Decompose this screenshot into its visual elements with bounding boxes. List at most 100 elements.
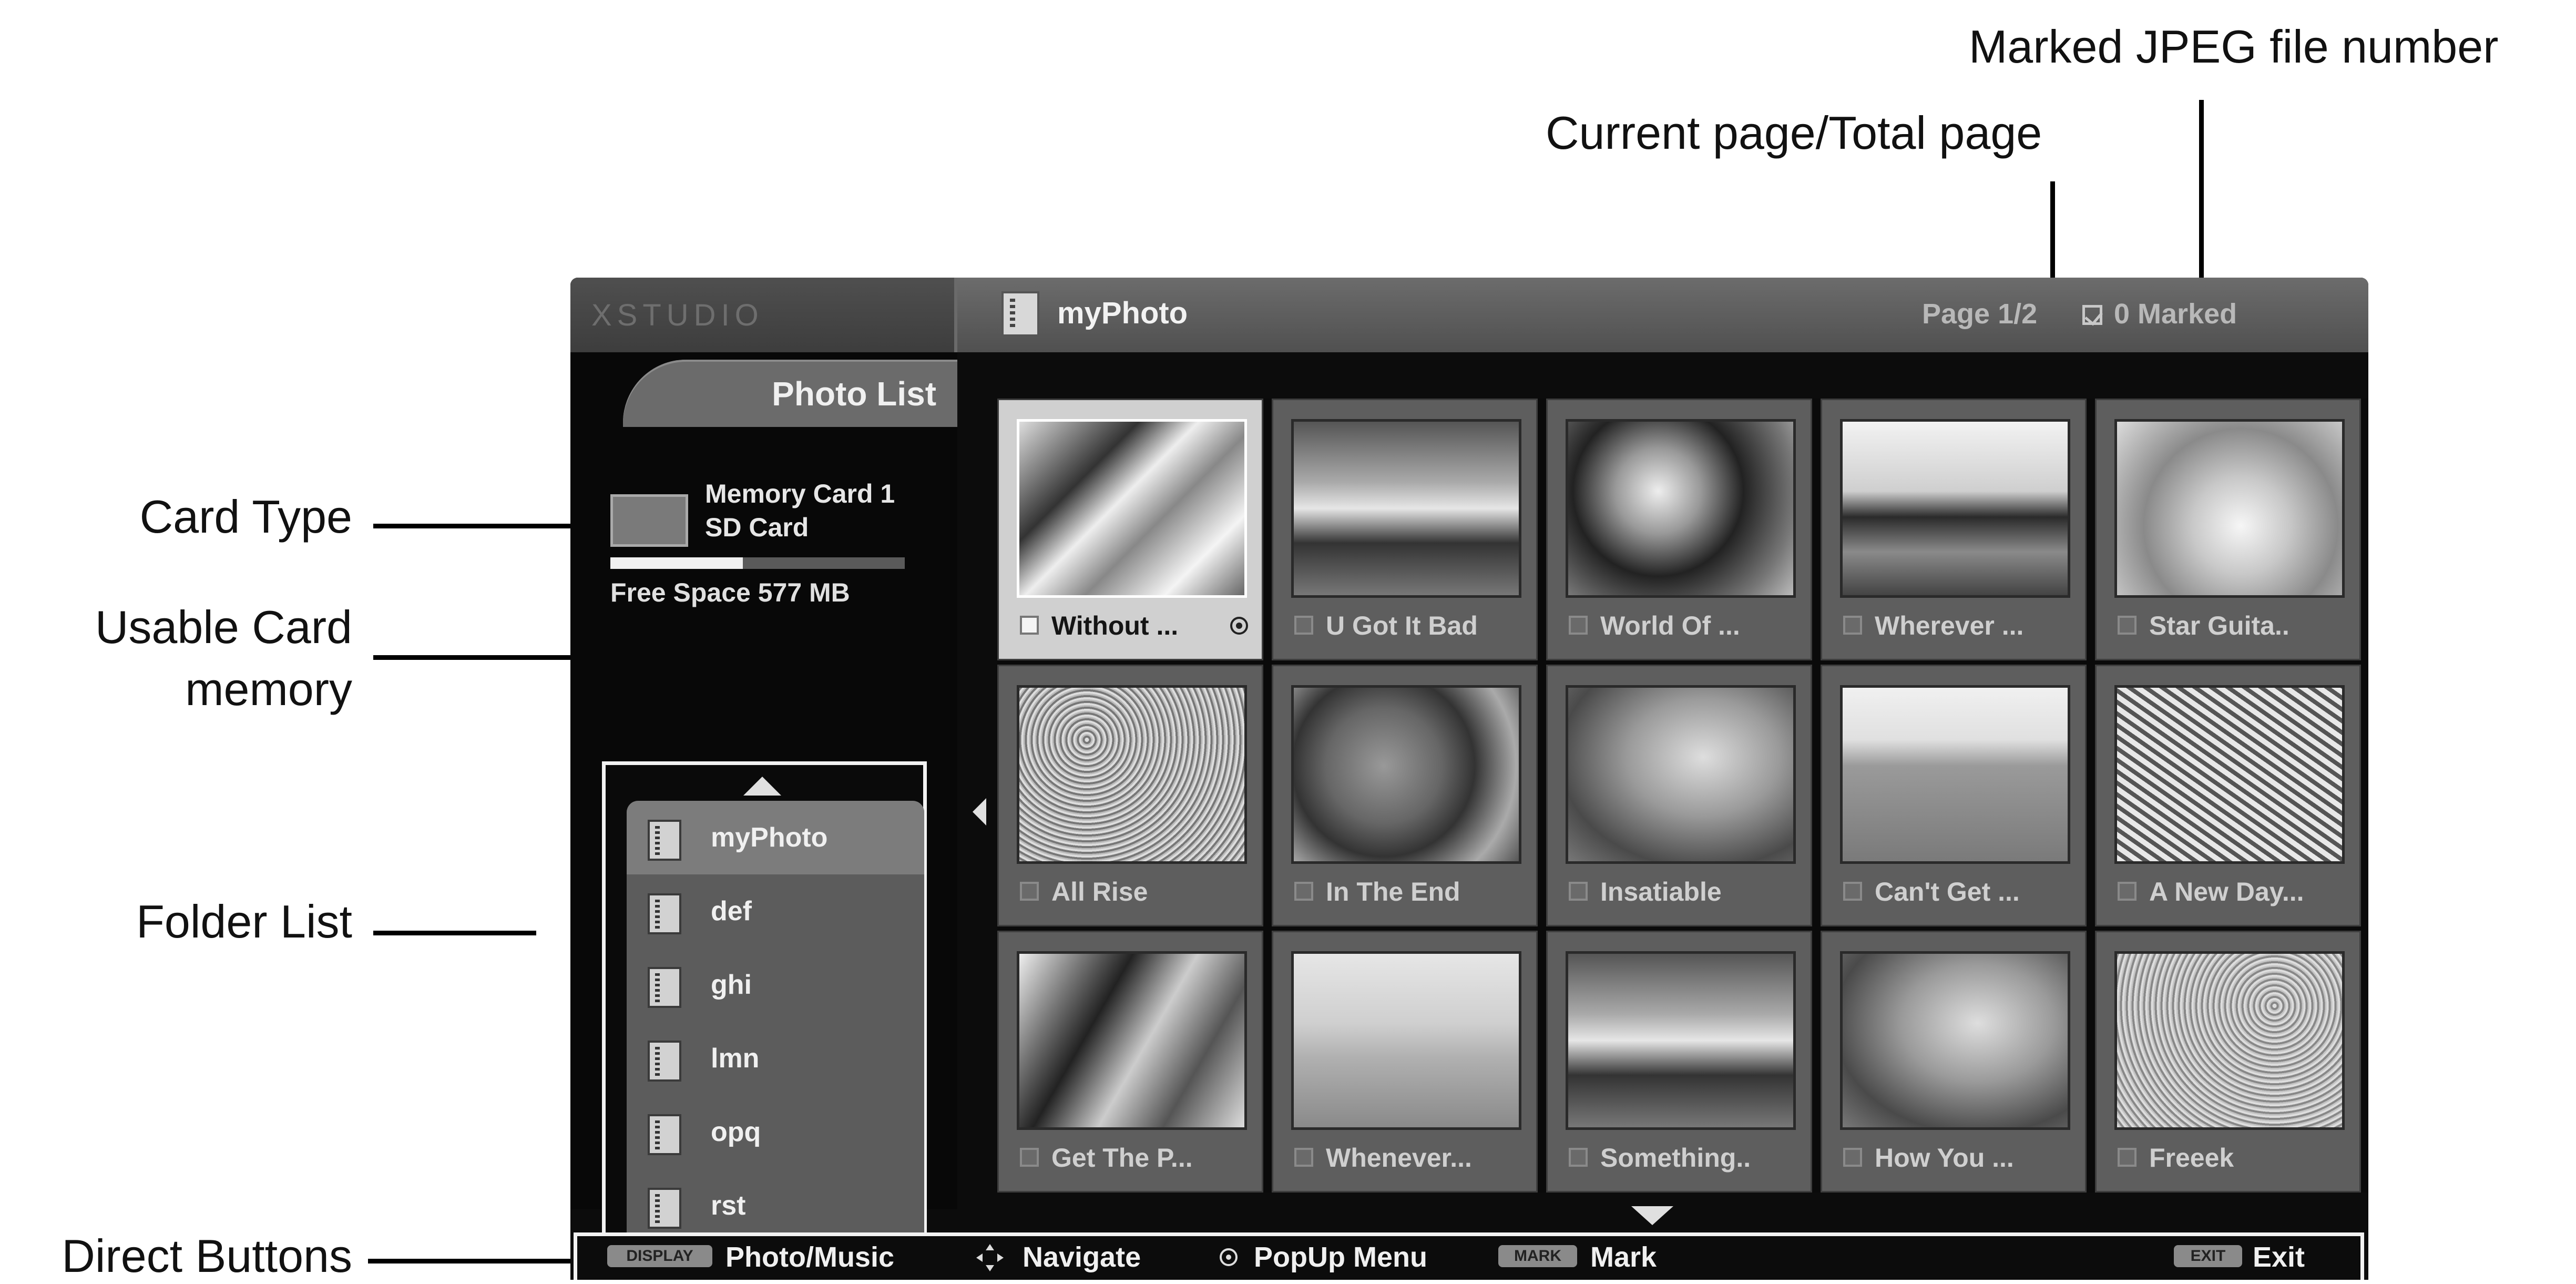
photo-thumbnail (2114, 419, 2345, 598)
folder-label: rst (711, 1190, 746, 1221)
mark-checkbox[interactable] (1020, 1148, 1039, 1167)
scroll-up-arrow-icon[interactable] (743, 777, 781, 796)
direct-buttons-annotation: Direct Buttons (62, 1230, 352, 1282)
card-type: SD Card (705, 513, 809, 542)
scroll-down-arrow-icon[interactable] (1631, 1206, 1673, 1225)
mark-checkbox[interactable] (1843, 882, 1862, 901)
mark-label: Mark (1590, 1241, 1657, 1273)
brand-logo: XSTUDIO (591, 298, 764, 332)
folder-item[interactable]: def (627, 874, 924, 948)
photo-grid: Without ... U Got It Bad World Of ... Wh… (997, 399, 2368, 1193)
folder-item[interactable]: lmn (627, 1022, 924, 1095)
photo-thumbnail-cell[interactable]: Whenever... (1272, 931, 1538, 1193)
photo-thumbnail-cell[interactable]: A New Day... (2095, 665, 2361, 926)
exit-label: Exit (2253, 1241, 2305, 1273)
photo-thumbnail (2114, 685, 2345, 864)
mark-checkbox[interactable] (2118, 882, 2137, 901)
photo-thumbnail-cell[interactable]: Wherever ... (1821, 399, 2087, 660)
photo-thumbnail-cell[interactable]: Freeek (2095, 931, 2361, 1193)
card-type-annotation: Card Type (139, 491, 352, 543)
current-page-annotation: Current page/Total page (1546, 107, 2042, 159)
marked-count: 0 Marked (2114, 298, 2237, 330)
photo-thumbnail-cell[interactable]: All Rise (997, 665, 1263, 926)
folder-icon (648, 893, 681, 934)
photo-thumbnail (1291, 419, 1521, 598)
mark-checkbox[interactable] (1020, 882, 1039, 901)
folder-item[interactable]: ghi (627, 948, 924, 1022)
brand-header: XSTUDIO (570, 278, 957, 352)
photo-thumbnail-cell[interactable]: How You ... (1821, 931, 2087, 1193)
card-type-leader (373, 524, 599, 528)
folder-icon (648, 820, 681, 861)
card-usage-fill (610, 557, 743, 569)
mark-key-icon[interactable]: MARK (1498, 1245, 1577, 1267)
photo-thumbnail (2114, 951, 2345, 1130)
folder-list-box: myPhoto def ghi lmn opq rst (602, 761, 927, 1262)
photo-thumbnail-cell[interactable]: World Of ... (1546, 399, 1812, 660)
photo-label: U Got It Bad (1326, 611, 1478, 640)
photo-thumbnail-cell[interactable]: Insatiable (1546, 665, 1812, 926)
photo-thumbnail (1291, 951, 1521, 1130)
photo-thumbnail-cell[interactable]: Can't Get ... (1821, 665, 2087, 926)
folder-item[interactable]: rst (627, 1169, 924, 1242)
tab-photo-list-label: Photo List (772, 375, 936, 413)
mark-checkbox[interactable] (1294, 616, 1313, 635)
folder-icon (648, 967, 681, 1008)
left-panel: Photo List Memory Card 1 SD Card Free Sp… (570, 352, 957, 1262)
photo-thumbnail-cell[interactable]: Star Guita.. (2095, 399, 2361, 660)
photo-thumbnail-cell[interactable]: Without ... (997, 399, 1263, 660)
photo-thumbnail-cell[interactable]: U Got It Bad (1272, 399, 1538, 660)
folder-label: opq (711, 1117, 761, 1147)
mark-checkbox[interactable] (1294, 882, 1313, 901)
folder-list-leader (373, 931, 536, 935)
photo-thumbnail-cell[interactable]: In The End (1272, 665, 1538, 926)
mark-checkbox[interactable] (2118, 616, 2137, 635)
title-bar: myPhoto Page 1/2 0 Marked (957, 278, 2368, 352)
mark-checkbox[interactable] (2118, 1148, 2137, 1167)
folder-icon (648, 1041, 681, 1082)
marked-jpeg-leader (2199, 100, 2204, 287)
photo-thumbnail-cell[interactable]: Something.. (1546, 931, 1812, 1193)
photo-label: Whenever... (1326, 1143, 1472, 1173)
folder-icon (648, 1188, 681, 1229)
marked-jpeg-annotation: Marked JPEG file number (1969, 21, 2499, 73)
photo-thumbnail (1840, 685, 2070, 864)
usable-memory-annotation-line1: Usable Card (95, 601, 352, 653)
mark-checkbox[interactable] (1020, 616, 1039, 635)
photo-label: Wherever ... (1875, 611, 2024, 640)
usable-memory-annotation-line2: memory (185, 663, 352, 715)
marked-checkbox-icon (2082, 305, 2102, 325)
photo-label: In The End (1326, 877, 1460, 906)
selected-radio-icon (1230, 617, 1248, 635)
folder-icon (648, 1114, 681, 1155)
photo-thumbnail (1566, 419, 1796, 598)
mark-checkbox[interactable] (1569, 1148, 1588, 1167)
photo-label: Star Guita.. (2149, 611, 2289, 640)
folder-label: ghi (711, 970, 752, 1000)
mark-checkbox[interactable] (1569, 882, 1588, 901)
mark-checkbox[interactable] (1294, 1148, 1313, 1167)
popup-menu-label: PopUp Menu (1254, 1241, 1427, 1273)
direct-buttons-bar: DISPLAY Photo/Music Navigate PopUp Menu … (570, 1232, 2368, 1280)
mark-checkbox[interactable] (1843, 616, 1862, 635)
folder-item[interactable]: opq (627, 1095, 924, 1169)
photo-label: Without ... (1051, 611, 1179, 640)
tab-photo-list[interactable]: Photo List (623, 360, 957, 427)
card-name: Memory Card 1 (705, 479, 895, 508)
mark-checkbox[interactable] (1569, 616, 1588, 635)
exit-key-icon[interactable]: EXIT (2174, 1245, 2242, 1267)
photo-label: Get The P... (1051, 1143, 1193, 1173)
photo-label: Freeek (2149, 1143, 2234, 1173)
folder-label: myPhoto (711, 822, 828, 853)
photo-thumbnail (1566, 685, 1796, 864)
mark-checkbox[interactable] (1843, 1148, 1862, 1167)
display-key-icon[interactable]: DISPLAY (607, 1245, 712, 1267)
photo-thumbnail (1017, 951, 1247, 1130)
scroll-left-arrow-icon[interactable] (973, 798, 986, 826)
photo-thumbnail-cell[interactable]: Get The P... (997, 931, 1263, 1193)
photo-thumbnail (1566, 951, 1796, 1130)
folder-item[interactable]: myPhoto (627, 801, 924, 874)
photo-thumbnail (1017, 685, 1247, 864)
folder-list: myPhoto def ghi lmn opq rst (627, 801, 924, 1258)
card-usage-bar (610, 557, 905, 569)
